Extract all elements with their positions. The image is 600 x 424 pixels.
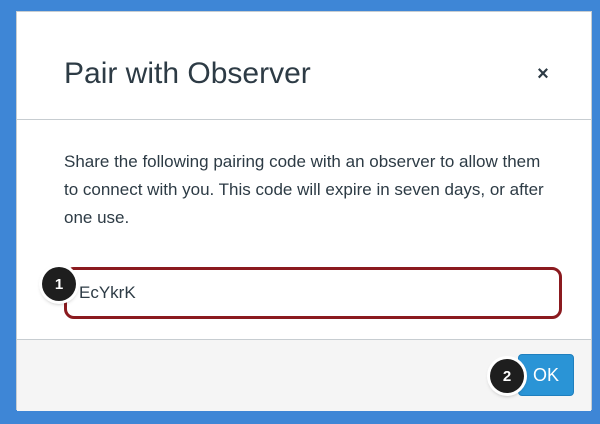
dialog-body: Share the following pairing code with an… xyxy=(17,120,591,342)
pairing-description: Share the following pairing code with an… xyxy=(64,152,544,227)
close-icon[interactable]: × xyxy=(531,62,555,86)
dialog-header: Pair with Observer × xyxy=(17,12,591,120)
callout-badge-2: 2 xyxy=(490,359,524,393)
pair-with-observer-dialog: Pair with Observer × Share the following… xyxy=(16,11,592,411)
pairing-code-box: EcYkrK xyxy=(64,267,562,319)
dialog-title: Pair with Observer xyxy=(64,57,311,90)
callout-badge-1: 1 xyxy=(42,267,76,301)
ok-button[interactable]: OK xyxy=(518,354,574,396)
pairing-code: EcYkrK xyxy=(79,283,136,302)
